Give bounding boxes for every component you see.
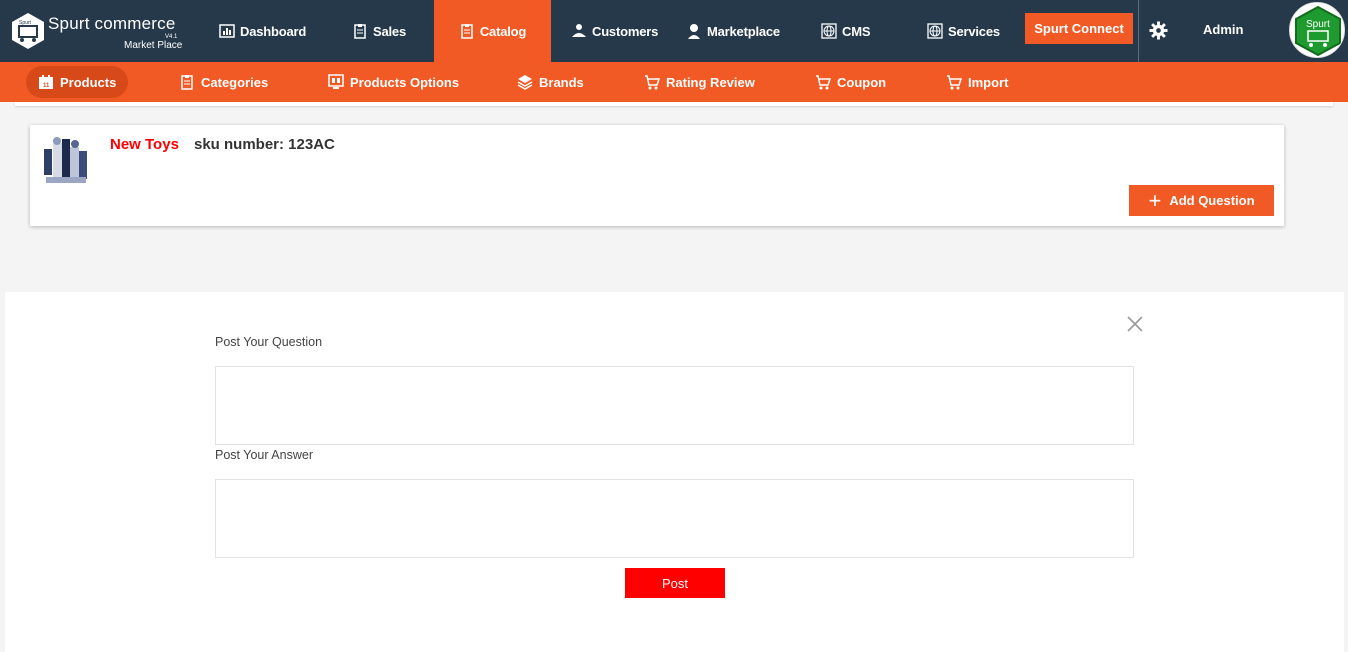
gear-icon[interactable] [1149,21,1168,40]
subnav-products[interactable]: 11 Products [26,66,129,98]
avatar-text: Spurt [1306,19,1330,30]
catalog-subnav: 11 Products Categories Products Options … [0,62,1348,102]
svg-text:11: 11 [43,83,50,89]
question-label: Post Your Question [215,335,323,349]
nav-sales-label: Sales [373,23,406,39]
plus-icon: + [1148,187,1162,213]
clipboard-icon [352,23,368,39]
subnav-products-label: Products [60,74,117,90]
add-question-button[interactable]: + Add Question [1129,185,1274,216]
nav-marketplace[interactable]: Marketplace [686,0,780,62]
product-thumbnail[interactable] [40,135,90,187]
clipboard-icon [459,23,475,39]
subnav-products-options-label: Products Options [350,74,460,90]
add-question-label: Add Question [1169,193,1255,208]
nav-services-label: Services [948,23,1000,39]
nav-services[interactable]: Services [927,0,1000,62]
nav-sales[interactable]: Sales [352,0,406,62]
subnav-brands-label: Brands [539,74,584,90]
cart-icon [947,75,962,90]
top-navbar: Spurt Spurt commerce V4.1 Market Place D… [0,0,1348,62]
answer-label: Post Your Answer [215,448,313,462]
subnav-import[interactable]: Import [934,66,1020,98]
product-sku: sku number: 123AC [194,136,335,153]
spurt-connect-button[interactable]: Spurt Connect [1025,13,1133,44]
globe-icon [821,23,837,39]
customers-icon [571,23,587,39]
spurt-logo-icon: Spurt [12,13,44,49]
nav-customers[interactable]: Customers [571,0,658,62]
nav-dashboard[interactable]: Dashboard [219,0,306,62]
clipboard-icon [181,75,193,90]
cart-icon [816,75,831,90]
cart-icon [645,75,660,90]
nav-customers-label: Customers [592,23,659,39]
avatar[interactable]: Spurt [1289,2,1345,58]
subnav-categories-label: Categories [201,74,269,90]
nav-catalog[interactable]: Catalog [434,0,551,62]
close-icon[interactable] [1126,315,1144,333]
nav-marketplace-label: Marketplace [707,23,780,39]
admin-menu[interactable]: Admin [1203,22,1243,37]
nav-divider [1138,0,1139,62]
logo-text: Spurt [19,20,32,26]
product-name: New Toys [110,136,179,153]
user-icon [686,23,702,39]
subnav-rating-review-label: Rating Review [666,74,755,90]
nav-catalog-label: Catalog [479,23,527,39]
brand-subtitle: Market Place [124,40,183,51]
dashboard-icon [219,23,235,39]
product-card: New Toys sku number: 123AC + Add Questio… [30,125,1284,226]
subnav-coupon[interactable]: Coupon [803,66,898,98]
subnav-import-label: Import [968,74,1009,90]
nav-cms-label: CMS [842,23,871,39]
subnav-categories[interactable]: Categories [167,66,280,98]
globe-icon [927,23,943,39]
calendar-icon: 11 [39,75,53,89]
question-textarea[interactable] [215,366,1134,445]
post-button[interactable]: Post [625,568,725,598]
subnav-coupon-label: Coupon [837,74,887,90]
nav-cms[interactable]: CMS [821,0,870,62]
subnav-brands[interactable]: Brands [505,66,596,98]
question-form-panel [5,292,1344,652]
options-icon [328,74,344,89]
spurt-avatar-icon: Spurt [1295,5,1341,57]
answer-textarea[interactable] [215,479,1134,558]
subnav-rating-review[interactable]: Rating Review [632,66,767,98]
brand-name: Spurt commerce [48,14,176,33]
brand-logo[interactable]: Spurt Spurt commerce V4.1 Market Place [0,0,198,62]
layers-icon [517,75,533,90]
nav-dashboard-label: Dashboard [240,23,307,39]
subnav-dropdown-strip [15,102,1333,106]
subnav-products-options[interactable]: Products Options [316,66,471,98]
